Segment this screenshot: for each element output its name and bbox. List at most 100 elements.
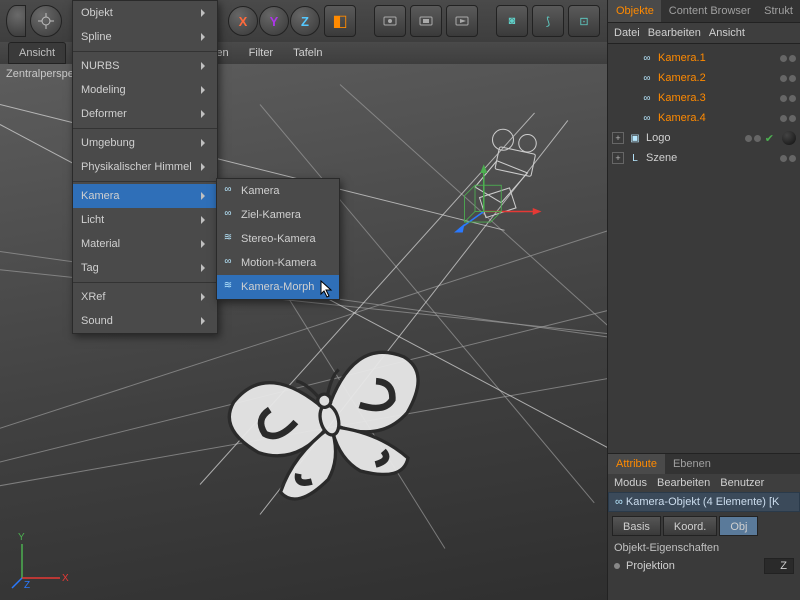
menu-item[interactable]: Modeling (73, 78, 217, 102)
logo-butterfly (201, 309, 459, 536)
object-type-icon: L (628, 153, 642, 164)
render-settings-button[interactable] (446, 5, 478, 37)
submenu-arrow-icon (201, 62, 209, 70)
attribute-manager: Attribute Ebenen Modus Bearbeiten Benutz… (608, 453, 800, 600)
submenu-item[interactable]: ∞Motion-Kamera (217, 251, 339, 275)
render-region-button[interactable] (410, 5, 442, 37)
attr-btn-coord[interactable]: Koord. (663, 516, 717, 536)
submenu-item[interactable]: ∞Ziel-Kamera (217, 203, 339, 227)
tool-button-left[interactable] (6, 5, 26, 37)
tab-attribute[interactable]: Attribute (608, 454, 665, 474)
submenu-arrow-icon (201, 264, 209, 272)
menu-item[interactable]: Deformer (73, 102, 217, 126)
coord-system-button[interactable]: ◧ (324, 5, 356, 37)
object-row[interactable]: + ▣ Logo ✔ (612, 128, 796, 148)
visibility-dots[interactable] (780, 155, 796, 162)
menu-item[interactable]: Licht (73, 208, 217, 232)
attr-menu-edit[interactable]: Bearbeiten (657, 477, 710, 489)
tab-layers[interactable]: Ebenen (665, 454, 719, 474)
visibility-dots[interactable] (780, 95, 796, 102)
viewport-menu-filter[interactable]: Filter (245, 45, 277, 61)
create-menu[interactable]: ObjektSpline NURBSModeling Deformer Umgebun… (72, 0, 218, 334)
menu-item[interactable]: NURBS (73, 54, 217, 78)
svg-text:Y: Y (18, 532, 25, 543)
object-name[interactable]: Kamera.1 (658, 52, 776, 64)
menu-item[interactable]: Physikalischer Himmel (73, 155, 217, 179)
tab-content-browser[interactable]: Content Browser (661, 0, 756, 22)
object-name[interactable]: Kamera.4 (658, 112, 776, 124)
object-list[interactable]: ∞Kamera.1∞Kamera.2 ∞ Kamera.3 ∞Kamera.4 + ▣ Lo… (608, 44, 800, 182)
objmgr-menu-view[interactable]: Ansicht (709, 27, 745, 39)
visibility-dots[interactable] (780, 55, 796, 62)
object-name[interactable]: Kamera.3 (658, 92, 776, 104)
submenu-item[interactable]: ≋Kamera-Morph (217, 275, 339, 299)
attr-btn-basis[interactable]: Basis (612, 516, 661, 536)
menu-item-label: XRef (81, 291, 105, 303)
menu-item-label: Umgebung (81, 137, 135, 149)
visibility-dots[interactable] (780, 115, 796, 122)
object-row[interactable]: ∞Kamera.4 (612, 108, 796, 128)
expand-toggle[interactable]: + (612, 132, 624, 144)
submenu-arrow-icon (201, 33, 209, 41)
menu-item[interactable]: Sound (73, 309, 217, 333)
objmgr-menu-file[interactable]: Datei (614, 27, 640, 39)
nurbs-button[interactable]: ⊡ (568, 5, 600, 37)
submenu-arrow-icon (201, 240, 209, 248)
axis-z-button[interactable]: Z (290, 6, 320, 36)
submenu-item-label: Stereo-Kamera (241, 233, 316, 245)
tool-button-target[interactable] (30, 5, 62, 37)
visibility-dots[interactable] (780, 75, 796, 82)
primitive-cube-button[interactable]: ◙ (496, 5, 528, 37)
object-name[interactable]: Szene (646, 152, 776, 164)
bullet-icon (614, 563, 620, 569)
menu-item-label: Material (81, 238, 120, 250)
menu-item[interactable]: Material (73, 232, 217, 256)
object-type-icon: ▣ (628, 133, 642, 144)
camera-icon: ∞ (221, 182, 235, 196)
submenu-arrow-icon (201, 317, 209, 325)
submenu-item[interactable]: ∞Kamera (217, 179, 339, 203)
visibility-dots[interactable] (745, 135, 761, 142)
menu-item[interactable]: Tag (73, 256, 217, 280)
render-button[interactable] (374, 5, 406, 37)
object-row[interactable]: ∞Kamera.1 (612, 48, 796, 68)
camera-icon: ∞ (221, 206, 235, 220)
tab-objects[interactable]: Objekte (608, 0, 661, 22)
axis-y-button[interactable]: Y (259, 6, 289, 36)
svg-text:X: X (62, 573, 69, 584)
attr-btn-object[interactable]: Obj (719, 516, 758, 536)
attr-menu-user[interactable]: Benutzer (720, 477, 764, 489)
menu-item[interactable]: Umgebung (73, 131, 217, 155)
submenu-arrow-icon (201, 216, 209, 224)
right-column: Objekte Content Browser Strukt Datei Bea… (607, 0, 800, 600)
viewport-menu-panels[interactable]: Tafeln (289, 45, 326, 61)
attr-menu-mode[interactable]: Modus (614, 477, 647, 489)
tab-structure[interactable]: Strukt (756, 0, 800, 22)
expand-toggle[interactable]: + (612, 152, 624, 164)
attribute-section-title: Objekt-Eigenschaften (608, 540, 800, 556)
camera-submenu[interactable]: ∞Kamera∞Ziel-Kamera≋Stereo-Kamera∞Motion… (216, 178, 340, 300)
menu-item[interactable]: Objekt (73, 1, 217, 25)
attr-field-projection[interactable]: Projektion Z (608, 556, 800, 576)
object-row[interactable]: ∞Kamera.2 (612, 68, 796, 88)
camera-rig (440, 124, 580, 264)
object-row[interactable]: + L Szene (612, 148, 796, 168)
menu-item-label: Deformer (81, 108, 127, 120)
object-name[interactable]: Kamera.2 (658, 72, 776, 84)
object-type-icon: ∞ (640, 93, 654, 104)
viewport-tab[interactable]: Ansicht (8, 42, 66, 64)
spline-pen-button[interactable]: ⟆ (532, 5, 564, 37)
menu-item-label: Sound (81, 315, 113, 327)
render-check-icon[interactable]: ✔ (765, 132, 774, 145)
submenu-arrow-icon (201, 293, 209, 301)
object-name[interactable]: Logo (646, 132, 741, 144)
axis-x-button[interactable]: X (228, 6, 258, 36)
object-tag-icon[interactable] (782, 131, 796, 145)
objmgr-menu-edit[interactable]: Bearbeiten (648, 27, 701, 39)
menu-item[interactable]: Kamera (73, 184, 217, 208)
object-row[interactable]: ∞ Kamera.3 (612, 88, 796, 108)
submenu-item[interactable]: ≋Stereo-Kamera (217, 227, 339, 251)
menu-item[interactable]: XRef (73, 285, 217, 309)
menu-item[interactable]: Spline (73, 25, 217, 49)
attr-field-value[interactable]: Z (764, 558, 794, 574)
